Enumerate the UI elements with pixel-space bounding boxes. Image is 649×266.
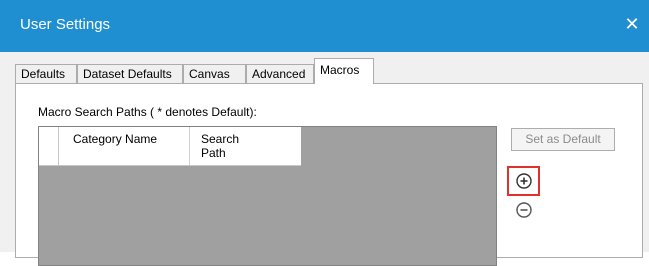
tab-label: Advanced (252, 67, 306, 81)
tab-label: Defaults (21, 67, 66, 81)
add-path-button[interactable] (515, 172, 533, 190)
plus-circle-icon (516, 173, 532, 189)
close-button[interactable]: ✕ (621, 13, 643, 35)
remove-path-button[interactable] (515, 201, 533, 219)
column-header-search-path[interactable]: Search Path (201, 132, 261, 160)
column-divider[interactable] (189, 127, 190, 165)
column-header-category-name[interactable]: Category Name (73, 132, 183, 146)
tab-canvas[interactable]: Canvas (183, 64, 246, 83)
macro-paths-grid[interactable]: Category Name Search Path (38, 126, 497, 266)
tab-macros[interactable]: Macros (314, 58, 374, 84)
tab-defaults[interactable]: Defaults (15, 64, 77, 83)
tab-label: Macros (320, 63, 360, 77)
tab-label: Dataset Defaults (83, 67, 172, 81)
window-title: User Settings (20, 16, 111, 33)
macro-search-paths-label: Macro Search Paths ( * denotes Default): (38, 105, 257, 119)
grid-header: Category Name Search Path (39, 127, 301, 166)
minus-circle-icon (516, 202, 532, 218)
set-as-default-button[interactable]: Set as Default (511, 128, 615, 151)
macros-tab-panel: Macro Search Paths ( * denotes Default):… (15, 83, 643, 266)
dialog-body: Defaults Dataset Defaults Canvas Advance… (0, 52, 649, 266)
tab-dataset-defaults[interactable]: Dataset Defaults (77, 64, 183, 83)
tab-label: Canvas (189, 67, 230, 81)
tab-advanced[interactable]: Advanced (246, 64, 314, 83)
title-bar: User Settings ✕ (0, 0, 649, 52)
row-header-corner (39, 127, 59, 165)
